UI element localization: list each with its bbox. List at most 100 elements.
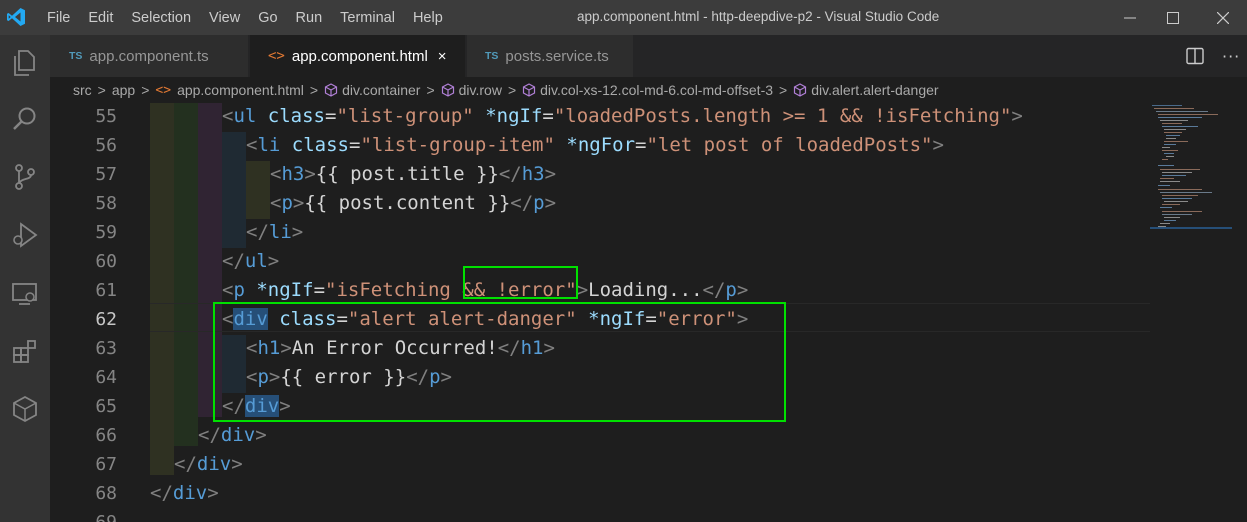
maximize-button[interactable]: [1150, 0, 1196, 35]
close-tab-icon[interactable]: ×: [438, 48, 447, 65]
code-token: {{ post.title }}: [315, 163, 499, 185]
code-token: <: [246, 134, 258, 156]
breadcrumb-node[interactable]: div.row: [441, 82, 502, 98]
code-token: <: [270, 192, 282, 214]
breadcrumb-app[interactable]: app: [112, 82, 135, 98]
tab-label: app.component.html: [291, 47, 428, 65]
breadcrumb-node[interactable]: div.col-xs-12.col-md-6.col-md-offset-3: [522, 82, 773, 98]
menu-view[interactable]: View: [200, 10, 249, 26]
split-editor-icon[interactable]: [1186, 47, 1204, 65]
code-line: <li class="list-group-item" *ngFor="let …: [246, 131, 944, 160]
code-line: </div>: [174, 450, 243, 479]
run-debug-icon[interactable]: [9, 219, 41, 251]
chevron-right-icon: >: [426, 82, 435, 98]
search-icon[interactable]: [9, 103, 41, 135]
line-number: 69: [57, 508, 117, 522]
vertical-scrollbar[interactable]: [1233, 103, 1247, 522]
code-token: <: [222, 279, 234, 301]
breadcrumb-node[interactable]: div.container: [324, 82, 420, 98]
code-token: >: [932, 134, 944, 156]
code-line: </div>: [150, 479, 219, 508]
breadcrumb-src[interactable]: src: [73, 82, 92, 98]
code-token: =: [542, 105, 554, 127]
code-token: >: [255, 424, 267, 446]
code-token: >: [292, 192, 305, 214]
code-token: </: [510, 192, 534, 214]
annotation-highlight-alert-block: [213, 302, 786, 422]
chevron-right-icon: >: [141, 82, 150, 98]
angular-extension-icon[interactable]: [9, 393, 41, 425]
extensions-icon[interactable]: [9, 336, 41, 368]
breadcrumb-node-label: div.container: [342, 82, 421, 98]
code-token: =: [635, 134, 647, 156]
code-line: <ul class="list-group" *ngIf="loadedPost…: [222, 103, 1023, 131]
editor-tab-bar: TS app.component.ts <> app.component.htm…: [50, 35, 1247, 77]
code-token: "list-group-item": [360, 134, 555, 156]
annotation-highlight-condition: [463, 266, 578, 299]
code-token: "list-group": [336, 105, 474, 127]
tab-app-component-ts[interactable]: TS app.component.ts: [50, 35, 249, 77]
code-token: >: [231, 453, 243, 475]
symbol-element-icon: [794, 83, 807, 97]
menu-run[interactable]: Run: [287, 10, 332, 26]
chevron-right-icon: >: [97, 82, 106, 98]
line-number: 61: [95, 280, 117, 301]
symbol-element-icon: [523, 83, 536, 97]
code-token: div: [220, 424, 256, 446]
code-token: >: [207, 482, 219, 504]
line-number: 65: [95, 396, 117, 417]
html-file-icon: <>: [155, 82, 172, 98]
line-number: 66: [95, 425, 117, 446]
tab-label: app.component.ts: [89, 47, 209, 65]
close-window-button[interactable]: [1200, 0, 1246, 35]
editor-actions: ···: [1186, 35, 1240, 77]
explorer-icon[interactable]: [9, 47, 41, 79]
code-token: </: [702, 279, 726, 301]
code-token: li: [268, 221, 292, 243]
code-token: {{ post.content }}: [304, 192, 511, 214]
menu-file[interactable]: File: [38, 10, 79, 26]
code-token: >: [544, 192, 557, 214]
breadcrumb-file[interactable]: <> app.component.html: [155, 82, 304, 98]
code-token: </: [150, 482, 173, 504]
line-number: 62: [95, 309, 117, 330]
code-token: p: [725, 279, 737, 301]
menu-terminal[interactable]: Terminal: [331, 10, 404, 26]
code-token: h3: [521, 163, 545, 185]
code-token: *ngIf: [256, 279, 314, 301]
menu-edit[interactable]: Edit: [79, 10, 122, 26]
code-line: </div>: [198, 421, 267, 450]
code-token: *ngIf: [485, 105, 543, 127]
code-token: *ngFor: [566, 134, 636, 156]
minimize-icon: [1124, 17, 1136, 18]
line-number: 57: [95, 164, 117, 185]
line-number: 58: [95, 193, 117, 214]
chevron-right-icon: >: [779, 82, 788, 98]
minimap[interactable]: [1150, 103, 1232, 243]
menu-selection[interactable]: Selection: [122, 10, 200, 26]
line-number: 64: [95, 367, 117, 388]
code-token: li: [257, 134, 281, 156]
source-control-icon[interactable]: [9, 161, 41, 193]
title-bar: File Edit Selection View Go Run Terminal…: [0, 0, 1247, 35]
tab-app-component-html[interactable]: <> app.component.html ×: [250, 35, 466, 77]
more-actions-icon[interactable]: ···: [1222, 47, 1240, 66]
line-number: 68: [95, 483, 117, 504]
code-token: ul: [244, 250, 268, 272]
breadcrumb-node[interactable]: div.alert.alert-danger: [793, 82, 939, 98]
remote-explorer-icon[interactable]: [9, 278, 41, 310]
minimize-button[interactable]: [1107, 0, 1153, 35]
typescript-file-icon: TS: [69, 50, 83, 62]
indent-guide-bg: [222, 132, 246, 248]
code-token: p: [281, 192, 293, 214]
vscode-logo-icon: [7, 8, 25, 26]
tab-posts-service-ts[interactable]: TS posts.service.ts: [467, 35, 634, 77]
typescript-file-icon: TS: [485, 50, 499, 62]
activity-bar: [0, 35, 50, 522]
code-token: div: [196, 453, 232, 475]
menu-go[interactable]: Go: [249, 10, 286, 26]
menu-help[interactable]: Help: [404, 10, 452, 26]
